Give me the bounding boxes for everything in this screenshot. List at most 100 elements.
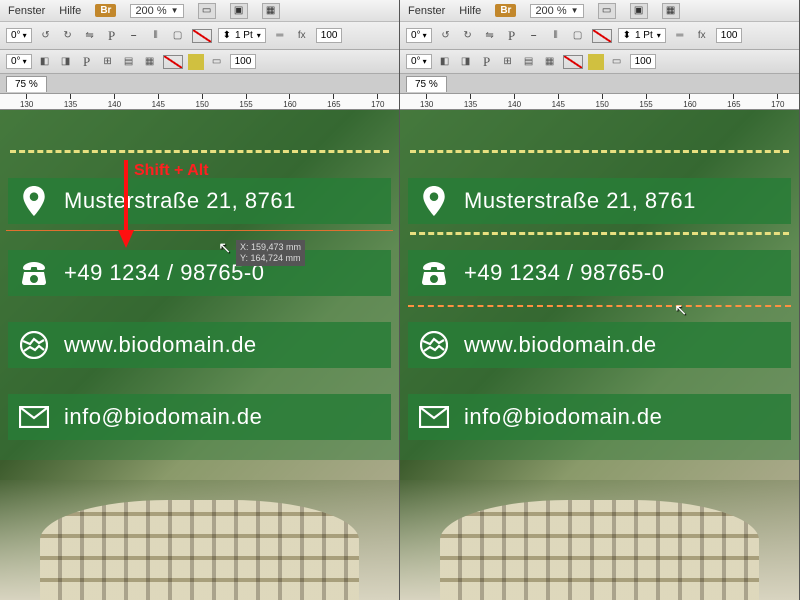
secondary-panel: 0°▾ ◧ ◨ P ⊞ ▤ ▦ ▭ 100: [400, 50, 799, 74]
tint-field[interactable]: 100: [230, 54, 257, 69]
canvas[interactable]: Musterstraße 21, 8761 +49 1234 / 98765-0…: [400, 110, 799, 600]
paragraph-icon[interactable]: P: [104, 28, 120, 44]
phone-text: +49 1234 / 98765-0: [464, 260, 664, 286]
phone-icon: [18, 257, 50, 289]
swatch-icon[interactable]: [188, 54, 204, 70]
rotate-ccw-icon[interactable]: ↺: [38, 28, 54, 44]
distribute-icon[interactable]: ⫴: [148, 28, 164, 44]
select-container-icon[interactable]: ▢: [170, 28, 186, 44]
coordinate-tooltip: X: 159,473 mm Y: 164,724 mm: [236, 240, 305, 266]
phone-icon: [418, 257, 450, 289]
address-text: Musterstraße 21, 8761: [64, 188, 296, 214]
menu-fenster[interactable]: Fenster: [408, 5, 445, 17]
opacity-field[interactable]: 100: [716, 28, 743, 43]
plaid-shirt: [440, 500, 759, 600]
paragraph2-icon[interactable]: P: [79, 54, 95, 70]
rotate-cw-icon[interactable]: ↻: [60, 28, 76, 44]
tool-icon-c[interactable]: ⊞: [100, 54, 116, 70]
map-pin-icon: [18, 185, 50, 217]
swatch-icon[interactable]: [588, 54, 604, 70]
chevron-down-icon: ▼: [571, 6, 579, 15]
fill-none-icon[interactable]: [592, 29, 612, 43]
rotate-ccw-icon[interactable]: ↺: [438, 28, 454, 44]
phone-row[interactable]: +49 1234 / 98765-0: [8, 250, 391, 296]
address-row[interactable]: Musterstraße 21, 8761: [408, 178, 791, 224]
email-row[interactable]: info@biodomain.de: [408, 394, 791, 440]
control-panel: 0°▾ ↺ ↻ ⇋ P ⎯ ⫴ ▢ ⬍ 1 Pt ▾ ═ fx 100: [0, 22, 399, 50]
shear-field[interactable]: 0°▾: [406, 54, 432, 69]
fill-none-icon[interactable]: [192, 29, 212, 43]
tint-field[interactable]: 100: [630, 54, 657, 69]
tool-icon-e[interactable]: ▦: [542, 54, 558, 70]
web-row[interactable]: www.biodomain.de: [8, 322, 391, 368]
fx-icon[interactable]: fx: [294, 28, 310, 44]
tool-icon-b[interactable]: ◨: [58, 54, 74, 70]
opacity-field[interactable]: 100: [316, 28, 343, 43]
flip-h-icon[interactable]: ⇋: [482, 28, 498, 44]
tool-icon-d[interactable]: ▤: [521, 54, 537, 70]
phone-row[interactable]: +49 1234 / 98765-0: [408, 250, 791, 296]
zoom-select[interactable]: 200 %▼: [530, 4, 583, 18]
stroke-none-icon[interactable]: [163, 55, 183, 69]
tool-icon-a[interactable]: ◧: [437, 54, 453, 70]
select-container-icon[interactable]: ▢: [570, 28, 586, 44]
menu-hilfe[interactable]: Hilfe: [459, 5, 481, 17]
tool-icon-c[interactable]: ⊞: [500, 54, 516, 70]
horizontal-ruler[interactable]: 130 135 140 145 150 155 160 165 170: [0, 94, 399, 110]
stroke-style-icon[interactable]: ═: [672, 28, 688, 44]
arrow-cursor-icon: ↖: [674, 300, 687, 320]
stroke-weight-field[interactable]: ⬍ 1 Pt ▾: [618, 28, 666, 43]
stroke-style-icon[interactable]: ═: [272, 28, 288, 44]
align-icon[interactable]: ⎯: [526, 28, 542, 44]
horizontal-ruler[interactable]: 130 135 140 145 150 155 160 165 170: [400, 94, 799, 110]
menu-bar: Fenster Hilfe Br 200 %▼ ▭ ▣ ▦: [400, 0, 799, 22]
email-row[interactable]: info@biodomain.de: [8, 394, 391, 440]
menu-fenster[interactable]: Fenster: [8, 5, 45, 17]
address-row[interactable]: Musterstraße 21, 8761: [8, 178, 391, 224]
guide-line: [6, 230, 393, 231]
view-options-icon[interactable]: ▭: [598, 3, 616, 19]
paragraph-icon[interactable]: P: [504, 28, 520, 44]
tool-icon-b[interactable]: ◨: [458, 54, 474, 70]
tool-icon-f[interactable]: ▭: [609, 54, 625, 70]
web-row[interactable]: www.biodomain.de: [408, 322, 791, 368]
canvas[interactable]: Musterstraße 21, 8761 +49 1234 / 98765-0…: [0, 110, 399, 600]
arrange-icon[interactable]: ▦: [662, 3, 680, 19]
phone-text: +49 1234 / 98765-0: [64, 260, 264, 286]
rotate-cw-icon[interactable]: ↻: [460, 28, 476, 44]
tool-icon-e[interactable]: ▦: [142, 54, 158, 70]
dashed-divider-top: [10, 150, 389, 153]
fx-icon[interactable]: fx: [694, 28, 710, 44]
screen-mode-icon[interactable]: ▣: [230, 3, 248, 19]
flip-h-icon[interactable]: ⇋: [82, 28, 98, 44]
stroke-weight-field[interactable]: ⬍ 1 Pt ▾: [218, 28, 266, 43]
control-panel: 0°▾ ↺ ↻ ⇋ P ⎯ ⫴ ▢ ⬍ 1 Pt ▾ ═ fx 100: [400, 22, 799, 50]
zoom-select[interactable]: 200 %▼: [130, 4, 183, 18]
bridge-badge[interactable]: Br: [495, 4, 516, 17]
bridge-badge[interactable]: Br: [95, 4, 116, 17]
shear-field[interactable]: 0°▾: [6, 54, 32, 69]
tool-icon-a[interactable]: ◧: [37, 54, 53, 70]
view-options-icon[interactable]: ▭: [198, 3, 216, 19]
align-icon[interactable]: ⎯: [126, 28, 142, 44]
red-arrow-icon: [116, 160, 136, 250]
menu-bar: Fenster Hilfe Br 200 %▼ ▭ ▣ ▦: [0, 0, 399, 22]
paragraph2-icon[interactable]: P: [479, 54, 495, 70]
arrange-icon[interactable]: ▦: [262, 3, 280, 19]
distribute-icon[interactable]: ⫴: [548, 28, 564, 44]
document-tab[interactable]: 75 %: [406, 76, 447, 92]
rotation-field[interactable]: 0°▾: [6, 28, 32, 43]
screen-mode-icon[interactable]: ▣: [630, 3, 648, 19]
document-tab[interactable]: 75 %: [6, 76, 47, 92]
menu-hilfe[interactable]: Hilfe: [59, 5, 81, 17]
secondary-panel: 0°▾ ◧ ◨ P ⊞ ▤ ▦ ▭ 100: [0, 50, 399, 74]
tool-icon-d[interactable]: ▤: [121, 54, 137, 70]
document-tab-bar: 75 %: [0, 74, 399, 94]
tool-icon-f[interactable]: ▭: [209, 54, 225, 70]
email-text: info@biodomain.de: [64, 404, 262, 430]
globe-icon: [418, 329, 450, 361]
rotation-field[interactable]: 0°▾: [406, 28, 432, 43]
stroke-none-icon[interactable]: [563, 55, 583, 69]
selected-dashed-line[interactable]: [408, 305, 791, 307]
web-text: www.biodomain.de: [64, 332, 257, 358]
